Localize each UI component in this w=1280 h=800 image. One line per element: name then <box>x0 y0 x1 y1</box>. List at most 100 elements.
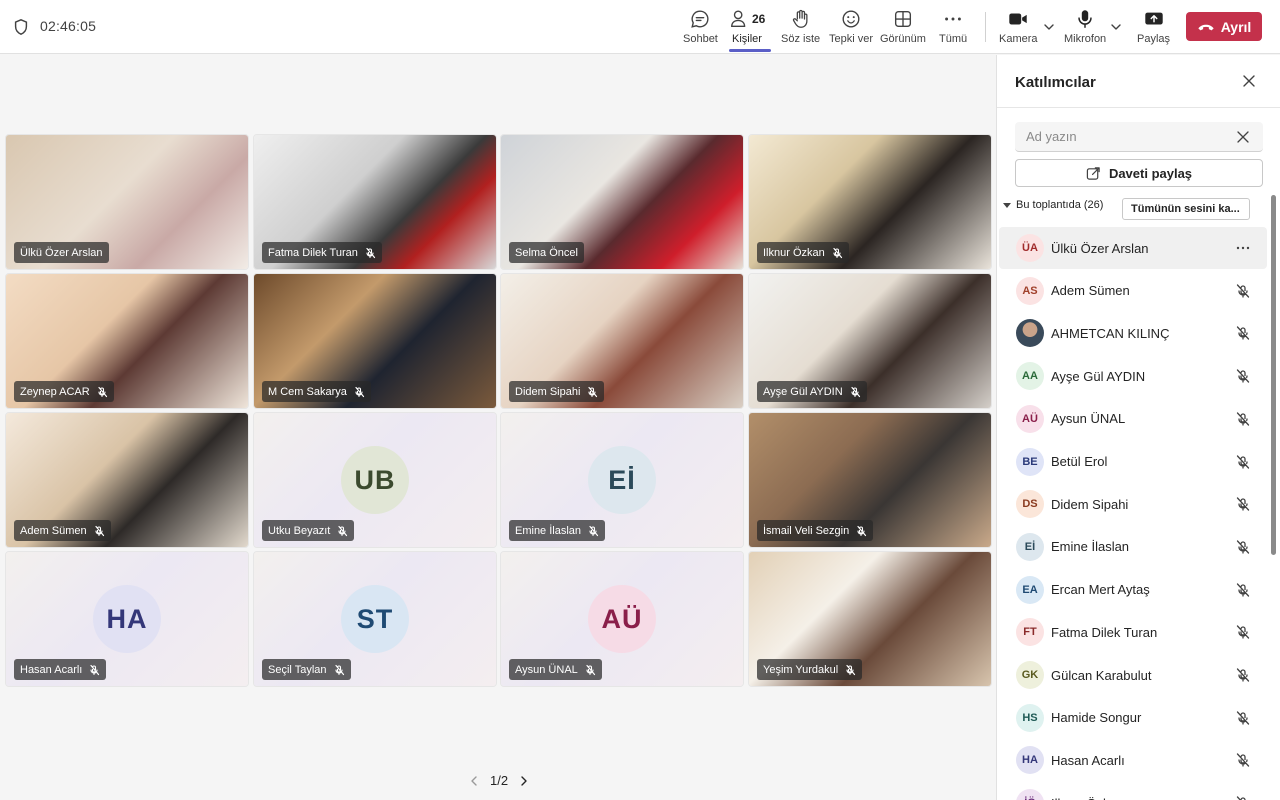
participant-avatar: UB <box>341 446 409 514</box>
avatar: GK <box>1016 661 1044 689</box>
name-label: Adem Sümen <box>14 520 111 541</box>
mic-off-icon <box>1236 625 1250 639</box>
mic-off-icon <box>98 386 107 397</box>
mic-off-icon <box>1236 284 1250 298</box>
chat-label: Sohbet <box>683 33 718 45</box>
participant-row[interactable]: EA Ercan Mert Aytaş <box>999 569 1267 611</box>
video-tile[interactable]: Zeynep ACAR <box>5 273 249 409</box>
participant-name: Ilknur Özkan <box>763 246 825 259</box>
react-button[interactable]: Tepki ver <box>829 8 873 50</box>
name-label: Hasan Acarlı <box>14 659 107 680</box>
name-label: Fatma Dilek Turan <box>262 242 382 263</box>
video-tile[interactable]: AÜ Aysun ÜNAL <box>500 551 744 687</box>
participant-row[interactable]: GK Gülcan Karabulut <box>999 654 1267 696</box>
participant-row[interactable]: AÜ Aysun ÜNAL <box>999 398 1267 440</box>
participant-row[interactable]: HA Hasan Acarlı <box>999 739 1267 781</box>
name-label: Ilknur Özkan <box>757 242 849 263</box>
video-tile[interactable]: Ülkü Özer Arslan <box>5 134 249 270</box>
video-tile[interactable]: Selma Öncel <box>500 134 744 270</box>
participant-avatar: Eİ <box>588 446 656 514</box>
participant-name: İsmail Veli Sezgin <box>763 524 850 537</box>
more-options-icon[interactable] <box>1235 240 1251 256</box>
mic-off-icon <box>588 386 598 397</box>
video-tile[interactable]: Ilknur Özkan <box>748 134 992 270</box>
participant-row[interactable]: DS Didem Sipahi <box>999 483 1267 525</box>
share-screen-icon <box>1144 12 1163 25</box>
video-tile[interactable]: Fatma Dilek Turan <box>253 134 497 270</box>
participant-row[interactable]: İÖ Ilknur Özkan <box>999 782 1267 800</box>
video-tile[interactable]: Didem Sipahi <box>500 273 744 409</box>
video-tile[interactable]: Yeşim Yurdakul <box>748 551 992 687</box>
previous-page-icon[interactable] <box>468 775 480 787</box>
mic-off-icon <box>851 386 860 397</box>
video-tile[interactable]: Adem Sümen <box>5 412 249 548</box>
search-input[interactable] <box>1015 122 1235 151</box>
video-camera-icon <box>1009 13 1027 25</box>
participant-name: Seçil Taylan <box>268 663 327 676</box>
react-label: Tepki ver <box>829 33 874 45</box>
leave-button[interactable]: Ayrıl <box>1186 12 1262 41</box>
chat-icon <box>691 10 709 28</box>
mic-off-icon <box>1236 454 1250 469</box>
video-stage: Ülkü Özer Arslan Fatma Dilek Turan Selma Ö… <box>0 55 996 800</box>
emoji-icon <box>842 10 860 28</box>
close-icon[interactable] <box>1241 73 1257 89</box>
mute-all-button[interactable]: Tümünün sesini ka... <box>1122 198 1250 220</box>
avatar: HA <box>1016 746 1044 775</box>
participant-name: Betül Erol <box>1051 454 1108 469</box>
participants-panel: Katılımcılar Daveti paylaş Bu toplantıda… <box>996 55 1280 800</box>
camera-options-chevron-icon[interactable] <box>1042 20 1056 34</box>
share-invite-button[interactable]: Daveti paylaş <box>1015 159 1263 187</box>
mic-off-icon <box>1236 326 1250 341</box>
avatar: ÜA <box>1016 234 1044 262</box>
participant-row[interactable]: AHMETCAN KILINÇ <box>999 312 1267 354</box>
participant-row[interactable]: FT Fatma Dilek Turan <box>999 611 1267 653</box>
participant-name: Hamide Songur <box>1051 710 1142 726</box>
mic-off-icon <box>1236 753 1250 768</box>
participant-row[interactable]: BE Betül Erol <box>999 441 1267 483</box>
hang-up-icon <box>1198 24 1214 30</box>
participant-row[interactable]: Eİ Emine İlaslan <box>999 526 1267 568</box>
more-horizontal-icon <box>945 17 961 21</box>
participant-name: Adem Sümen <box>20 524 87 537</box>
participant-row[interactable]: ÜA Ülkü Özer Arslan <box>999 227 1267 269</box>
share-link-icon <box>1086 166 1100 180</box>
mic-off-icon <box>1236 582 1250 597</box>
video-tile[interactable]: UB Utku Beyazıt <box>253 412 497 548</box>
microphone-icon <box>1078 10 1092 28</box>
video-tile[interactable]: M Cem Sakarya <box>253 273 497 409</box>
share-button[interactable]: Paylaş <box>1137 8 1170 50</box>
participant-row[interactable]: HS Hamide Songur <box>999 697 1267 739</box>
mic-options-chevron-icon[interactable] <box>1109 20 1123 34</box>
participant-row[interactable]: AS Adem Sümen <box>999 270 1267 312</box>
view-button[interactable]: Görünüm <box>880 8 926 50</box>
participant-row[interactable]: AA Ayşe Gül AYDIN <box>999 355 1267 397</box>
raise-hand-button[interactable]: Söz iste <box>781 8 820 50</box>
participant-name: Emine İlaslan <box>1051 539 1130 555</box>
camera-button[interactable]: Kamera <box>999 8 1038 50</box>
people-count-badge: 26 <box>752 12 766 26</box>
participant-name: M Cem Sakarya <box>268 385 347 398</box>
next-page-icon[interactable] <box>518 775 530 787</box>
avatar: DS <box>1016 490 1044 519</box>
participant-name: Utku Beyazıt <box>268 524 331 537</box>
video-tile[interactable]: İsmail Veli Sezgin <box>748 412 992 548</box>
participant-list: ÜA Ülkü Özer Arslan AS Adem Sümen AHMETCAN K… <box>997 227 1269 800</box>
avatar <box>1016 319 1044 348</box>
raise-hand-label: Söz iste <box>781 33 821 45</box>
video-tile[interactable]: ST Seçil Taylan <box>253 551 497 687</box>
participant-name: Gülcan Karabulut <box>1051 667 1152 683</box>
video-tile[interactable]: Eİ Emine İlaslan <box>500 412 744 548</box>
video-tile[interactable]: HA Hasan Acarlı <box>5 551 249 687</box>
name-label: Didem Sipahi <box>509 381 605 402</box>
clear-search-icon[interactable] <box>1236 130 1250 144</box>
participant-list-scrollbar[interactable] <box>1271 195 1276 555</box>
more-button[interactable]: Tümü <box>939 8 967 50</box>
in-meeting-section-toggle[interactable]: Bu toplantıda (26) <box>1003 199 1103 211</box>
leave-label: Ayrıl <box>1220 18 1252 35</box>
mic-button[interactable]: Mikrofon <box>1064 8 1106 50</box>
chat-button[interactable]: Sohbet <box>683 8 718 50</box>
name-label: İsmail Veli Sezgin <box>757 520 874 541</box>
avatar: EA <box>1016 575 1044 604</box>
video-tile[interactable]: Ayşe Gül AYDIN <box>748 273 992 409</box>
